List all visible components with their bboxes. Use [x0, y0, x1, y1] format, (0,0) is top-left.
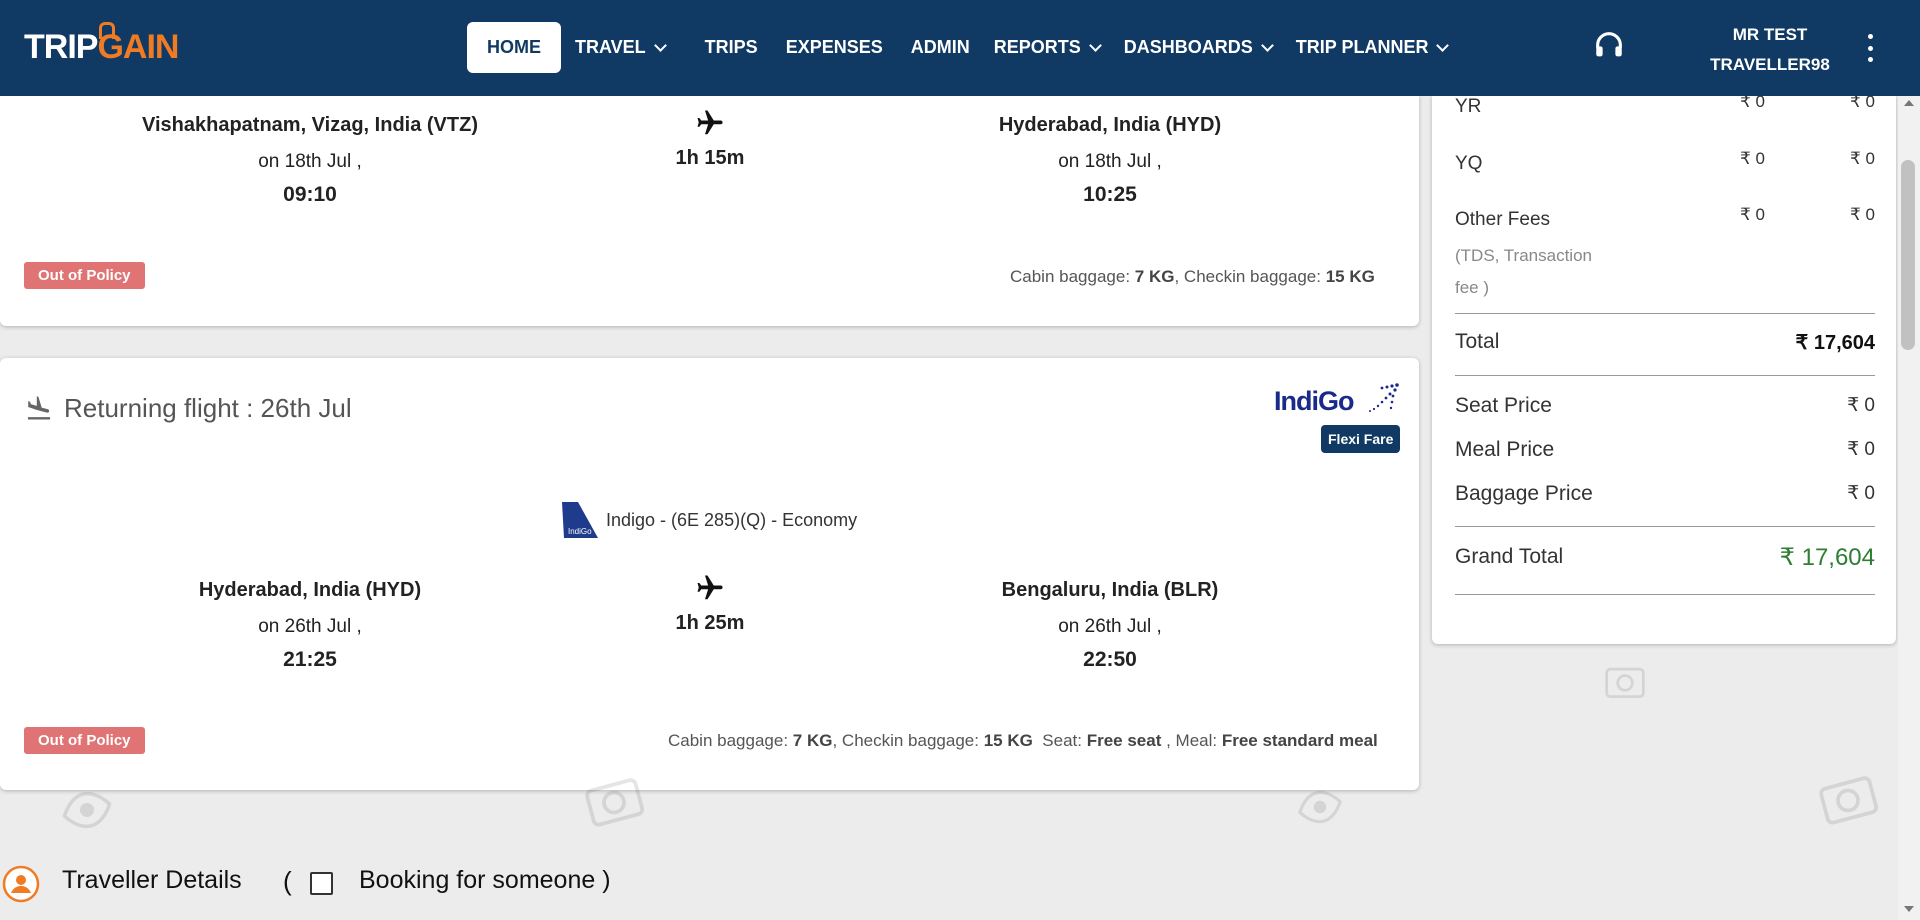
onward-from-time: 09:10	[283, 183, 337, 206]
chevron-down-icon	[653, 38, 667, 52]
tripgain-logo[interactable]: TRIP GAIN	[24, 22, 179, 67]
logo-text-gain: GAIN	[97, 22, 179, 66]
airplane-icon	[697, 575, 723, 600]
return-to-date: on 26th Jul ,	[1058, 616, 1162, 637]
kebab-icon[interactable]	[1866, 34, 1874, 62]
onward-to-city: Hyderabad, India (HYD)	[998, 114, 1222, 136]
return-baggage-info: Cabin baggage: 7 KG, Checkin baggage: 15…	[668, 731, 1378, 750]
nav-item-reports[interactable]: REPORTS	[982, 22, 1112, 73]
onward-duration: 1h 15m	[675, 147, 745, 169]
nav-item-home[interactable]: HOME	[467, 22, 561, 73]
nav-label: TRIP PLANNER	[1295, 37, 1429, 57]
booking-for-someone-checkbox[interactable]	[310, 872, 333, 895]
fare-row-seat-price: Seat Price ₹ 0	[1455, 394, 1875, 417]
return-from-city: Hyderabad, India (HYD)	[198, 579, 422, 601]
return-to-time: 22:50	[1083, 648, 1137, 671]
onward-to-time: 10:25	[1083, 183, 1137, 206]
nav-label: TRAVEL	[575, 37, 646, 57]
return-from-date: on 26th Jul ,	[258, 616, 362, 637]
user-name-line1: MR TEST	[1732, 25, 1808, 44]
onward-baggage-info: Cabin baggage: 7 KG, Checkin baggage: 15…	[1010, 267, 1375, 286]
onward-from-city: Vishakhapatnam, Vizag, India (VTZ)	[141, 114, 478, 136]
fare-row-other-fees: Other Fees ₹ 0 ₹ 0	[1455, 205, 1875, 230]
logo-text-trip: TRIP	[24, 28, 98, 66]
nav-item-trip-planner[interactable]: TRIP PLANNER	[1284, 22, 1460, 73]
return-flight-title: Returning flight : 26th Jul	[24, 393, 352, 424]
indigo-logo: IndiGo	[1274, 382, 1400, 417]
user-name-line2: TRAVELLER98	[1710, 55, 1830, 74]
return-flight-title-text: Returning flight : 26th Jul	[64, 393, 352, 423]
divider	[1455, 375, 1875, 376]
indigo-plane-dots-icon	[1369, 383, 1399, 412]
onward-to-date: on 18th Jul ,	[1058, 151, 1162, 172]
fare-row-grand-total: Grand Total ₹ 17,604	[1455, 544, 1875, 571]
fare-row-yr: YR ₹ 0 ₹ 0	[1455, 92, 1875, 117]
return-duration: 1h 25m	[675, 612, 745, 634]
nav-item-dashboards[interactable]: DASHBOARDS	[1112, 22, 1284, 73]
eye-watermark-icon	[1298, 790, 1342, 824]
nav-label: EXPENSES	[785, 37, 883, 57]
user-circle-icon	[2, 865, 40, 903]
flight-landing-icon	[27, 395, 51, 419]
nav-label: TRIPS	[704, 37, 758, 57]
booking-for-someone-label[interactable]: Booking for someone )	[359, 866, 611, 895]
other-fees-subtext: (TDS, Transaction fee )	[1455, 246, 1592, 297]
nav-item-admin[interactable]: ADMIN	[899, 22, 982, 73]
camera-watermark-icon	[585, 778, 645, 827]
divider	[1455, 526, 1875, 527]
open-paren: (	[283, 866, 292, 896]
nav-item-expenses[interactable]: EXPENSES	[774, 22, 895, 73]
fare-row-meal-price: Meal Price ₹ 0	[1455, 438, 1875, 461]
airline-info-row: IndiGo Indigo - (6E 285)(Q) - Economy	[558, 500, 857, 540]
divider	[1455, 313, 1875, 314]
out-of-policy-badge: Out of Policy	[24, 262, 145, 289]
return-to-city: Bengaluru, India (BLR)	[1001, 579, 1219, 601]
nav-item-trips[interactable]: TRIPS	[693, 22, 770, 73]
fare-row-yq: YQ ₹ 0 ₹ 0	[1455, 149, 1875, 174]
top-navbar: TRIP GAIN HOME TRAVEL TRIPS EXPENSES ADMI…	[0, 0, 1920, 96]
return-from-time: 21:25	[283, 648, 337, 671]
camera-watermark-icon	[1819, 776, 1879, 825]
traveller-details-title: Traveller Details	[62, 866, 242, 894]
headphones-icon[interactable]	[1592, 28, 1626, 62]
nav-menu: HOME TRAVEL TRIPS EXPENSES ADMIN REPORTS…	[467, 22, 1459, 73]
chevron-down-icon	[1260, 38, 1274, 52]
chevron-down-icon	[1088, 38, 1102, 52]
onward-from-date: on 18th Jul ,	[258, 151, 362, 172]
scroll-down-arrow-icon[interactable]	[1904, 906, 1914, 912]
nav-label: DASHBOARDS	[1123, 37, 1253, 57]
divider	[1455, 594, 1875, 595]
airplane-icon	[697, 110, 723, 135]
scrollbar-thumb[interactable]	[1901, 160, 1915, 350]
nav-item-travel[interactable]: TRAVEL	[563, 22, 677, 73]
camera-watermark-icon	[1605, 667, 1645, 699]
chevron-down-icon	[1436, 38, 1450, 52]
nav-label: REPORTS	[993, 37, 1081, 57]
eye-watermark-icon	[62, 791, 112, 829]
svg-text:IndiGo: IndiGo	[568, 527, 592, 536]
flexi-fare-badge: Flexi Fare	[1321, 425, 1401, 453]
fare-row-baggage-price: Baggage Price ₹ 0	[1455, 482, 1875, 505]
user-menu[interactable]: MR TEST TRAVELLER98	[1700, 20, 1840, 80]
indigo-tail-logo: IndiGo	[562, 502, 598, 538]
out-of-policy-badge: Out of Policy	[24, 727, 145, 754]
scroll-up-arrow-icon[interactable]	[1904, 100, 1914, 106]
fare-row-total: Total ₹ 17,604	[1455, 330, 1875, 354]
airline-flight-details: Indigo - (6E 285)(Q) - Economy	[606, 509, 858, 530]
nav-label: ADMIN	[910, 37, 970, 57]
nav-label: HOME	[487, 37, 541, 57]
